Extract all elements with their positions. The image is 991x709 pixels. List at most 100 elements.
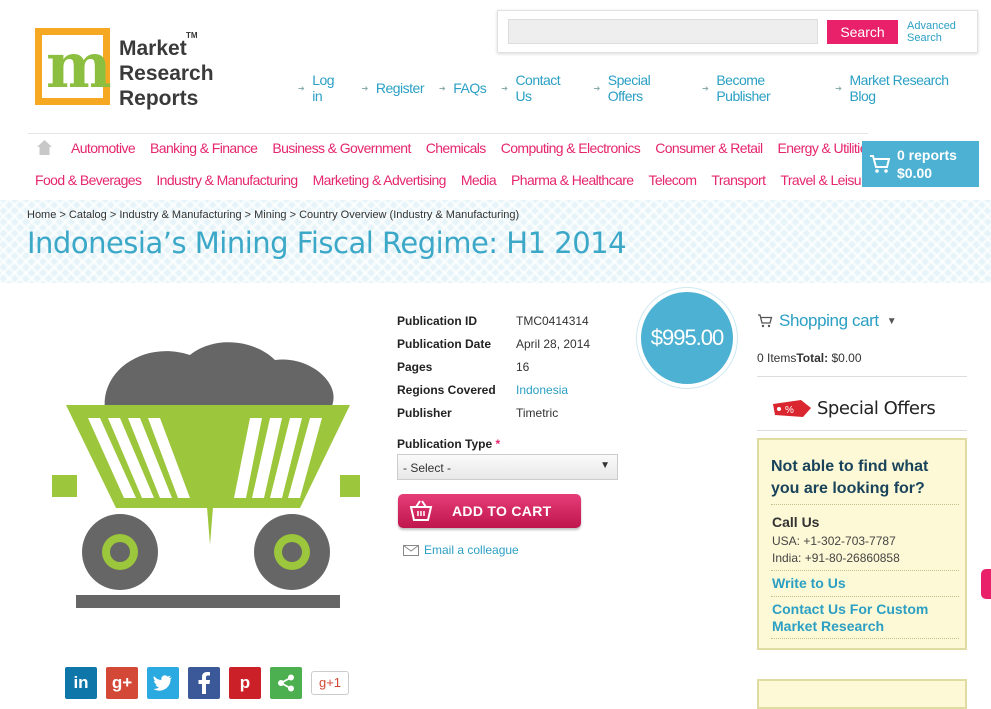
dropdown-arrow-icon: ▼: [600, 460, 610, 471]
offer-tag-icon: %: [773, 400, 811, 417]
breadcrumb[interactable]: Home > Catalog > Industry & Manufacturin…: [27, 209, 519, 221]
nav-contact-us[interactable]: ➔ Contact Us: [501, 72, 578, 104]
cart-icon: [758, 314, 773, 328]
nav-faqs[interactable]: ➔ FAQs: [439, 72, 487, 104]
nav-become-publisher[interactable]: ➔ Become Publisher: [702, 72, 820, 104]
home-icon[interactable]: [36, 139, 53, 156]
category-marketing-advertising[interactable]: Marketing & Advertising: [313, 172, 447, 188]
share-icon[interactable]: [270, 667, 302, 699]
feedback-tab[interactable]: [981, 569, 991, 599]
detail-key: Publisher: [397, 405, 452, 420]
logo-line-3: Reports: [119, 87, 199, 110]
category-consumer-retail[interactable]: Consumer & Retail: [655, 140, 763, 156]
linkedin-icon[interactable]: in: [65, 667, 97, 699]
search-input[interactable]: [508, 19, 818, 44]
publication-type-text: Publication Type: [397, 437, 493, 451]
publication-type-select[interactable]: - Select - ▼: [397, 454, 618, 480]
logo-wordmark[interactable]: Market Research Reports: [119, 36, 214, 111]
page-title: Indonesia’s Mining Fiscal Regime: H1 201…: [27, 226, 627, 260]
twitter-icon[interactable]: [147, 667, 179, 699]
search-panel: Search Advanced Search: [497, 10, 978, 53]
category-energy-utilities[interactable]: Energy & Utilities: [777, 140, 873, 156]
category-transport[interactable]: Transport: [711, 172, 766, 188]
advanced-search-line2: Search: [907, 32, 942, 44]
nav-blog[interactable]: ➔ Market Research Blog: [835, 72, 976, 104]
select-value: - Select -: [403, 461, 452, 475]
price-badge: $995.00: [637, 288, 737, 388]
detail-row-publisher: Publisher Timetric: [397, 401, 590, 424]
nav-label: Market Research Blog: [849, 72, 950, 104]
write-to-us-link[interactable]: Write to Us: [772, 575, 846, 592]
advanced-search-link[interactable]: Advanced Search: [907, 20, 956, 44]
add-to-cart-label: ADD TO CART: [452, 503, 552, 519]
search-button[interactable]: Search: [827, 20, 898, 44]
call-us-heading: Call Us: [772, 514, 820, 530]
cart-summary: 0 ItemsTotal: $0.00: [757, 351, 862, 365]
logo-line-2: Research: [119, 62, 214, 85]
category-media[interactable]: Media: [461, 172, 497, 188]
special-offers-heading[interactable]: Special Offers: [817, 398, 936, 419]
google-plus-icon[interactable]: g+: [106, 667, 138, 699]
nav-label: Log in: [312, 72, 335, 104]
facebook-icon[interactable]: [188, 667, 220, 699]
shopping-cart-toggle[interactable]: Shopping cart ▼: [757, 311, 897, 331]
cart-total: $0.00: [897, 165, 933, 181]
category-row-2: Food & Beverages Industry & Manufacturin…: [35, 172, 887, 188]
publication-details: Publication ID TMC0414314 Publication Da…: [397, 309, 590, 424]
region-link[interactable]: Indonesia: [516, 383, 568, 397]
nav-label: Register: [375, 80, 425, 96]
required-marker: *: [495, 437, 501, 451]
sidebar-divider: [757, 430, 967, 431]
arrow-icon: ➔: [702, 83, 709, 93]
category-pharma-healthcare[interactable]: Pharma & Healthcare: [511, 172, 634, 188]
category-telecom[interactable]: Telecom: [648, 172, 697, 188]
category-travel-leisure[interactable]: Travel & Leisure: [780, 172, 872, 188]
category-automotive[interactable]: Automotive: [71, 140, 136, 156]
mining-cart-image: [52, 342, 360, 608]
cart-total-label: Total:: [796, 351, 829, 365]
arrow-icon: ➔: [593, 83, 601, 93]
detail-value: TMC0414314: [516, 313, 589, 328]
detail-key: Publication Date: [397, 336, 492, 351]
detail-row-publication-id: Publication ID TMC0414314: [397, 309, 590, 332]
help-divider: [771, 638, 959, 639]
email-colleague-link[interactable]: Email a colleague: [403, 543, 519, 557]
google-plus-one-button[interactable]: g+1: [311, 671, 349, 695]
logo-mark[interactable]: m: [35, 28, 112, 105]
cart-report-count: 0 reports: [897, 147, 957, 163]
category-business-government[interactable]: Business & Government: [272, 140, 411, 156]
category-chemicals[interactable]: Chemicals: [426, 140, 487, 156]
facebook-f-icon: [198, 672, 210, 694]
nav-label: FAQs: [453, 80, 487, 96]
nav-label: Special Offers: [607, 72, 651, 104]
add-to-cart-button[interactable]: ADD TO CART: [398, 494, 581, 528]
nav-label: Become Publisher: [716, 72, 771, 104]
category-banking-finance[interactable]: Banking & Finance: [150, 140, 258, 156]
nav-login[interactable]: ➔ Log in: [298, 72, 347, 104]
top-nav: ➔ Log in ➔ Register ➔ FAQs ➔ Contact Us ➔ Spe…: [298, 72, 991, 104]
shopping-cart-title: Shopping cart: [779, 311, 879, 330]
title-banner: Home > Catalog > Industry & Manufacturin…: [0, 200, 991, 283]
custom-research-link[interactable]: Contact Us For Custom Market Research: [772, 601, 952, 635]
share-nodes-icon: [278, 674, 294, 692]
twitter-bird-icon: [153, 675, 172, 691]
category-computing-electronics[interactable]: Computing & Electronics: [501, 140, 641, 156]
cart-items-count: 0 Items: [757, 351, 797, 365]
phone-usa: USA: +1-302-703-7787: [772, 534, 896, 548]
logo-letter-icon: m: [46, 29, 112, 102]
sidebar-divider: [757, 376, 967, 377]
category-industry-manufacturing[interactable]: Industry & Manufacturing: [156, 172, 298, 188]
detail-row-pages: Pages 16: [397, 355, 590, 378]
advanced-search-line1: Advanced: [907, 20, 956, 32]
nav-special-offers[interactable]: ➔ Special Offers: [594, 72, 688, 104]
envelope-icon: [403, 544, 419, 556]
help-divider: [771, 570, 959, 571]
header-cart-button[interactable]: 0 reports $0.00: [862, 141, 979, 187]
nav-register[interactable]: ➔ Register: [362, 72, 425, 104]
detail-row-regions: Regions Covered Indonesia: [397, 378, 590, 401]
category-food-beverages[interactable]: Food & Beverages: [35, 172, 142, 188]
pinterest-icon[interactable]: p: [229, 667, 261, 699]
detail-value: April 28, 2014: [516, 336, 591, 351]
arrow-icon: ➔: [298, 83, 305, 93]
cart-total-value: $0.00: [831, 351, 862, 365]
